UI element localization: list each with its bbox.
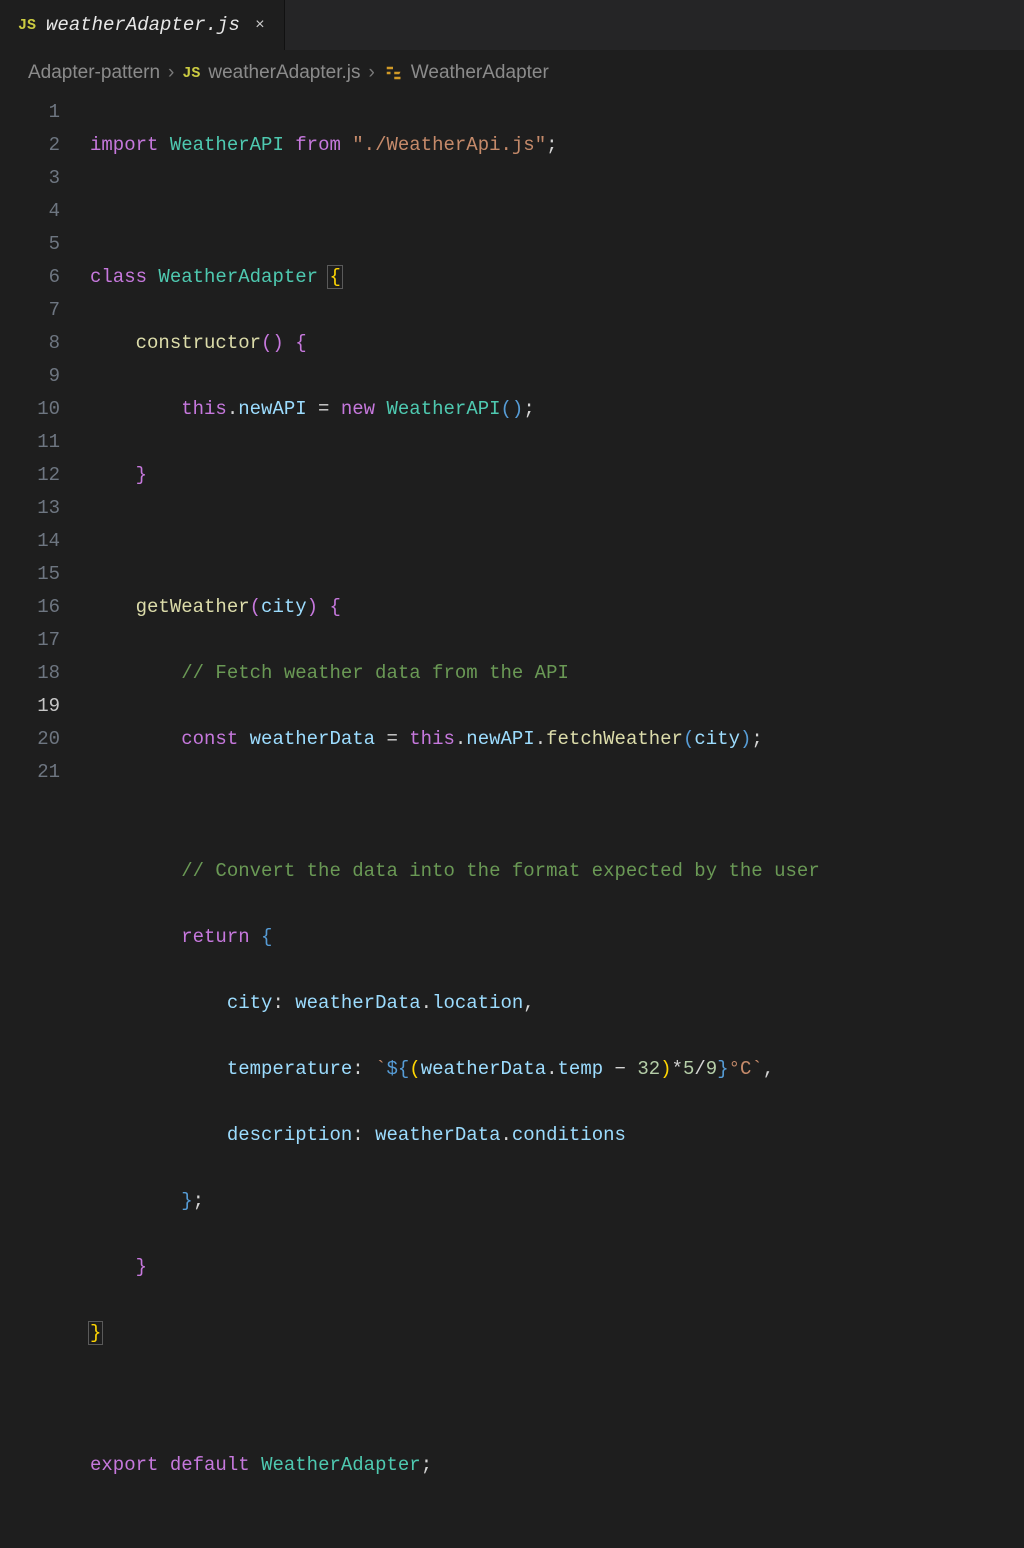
line-number: 21 [0, 756, 60, 789]
line-number: 19 [0, 690, 60, 723]
javascript-file-icon: JS [18, 17, 36, 34]
line-number: 7 [0, 294, 60, 327]
code-line[interactable]: return { [90, 921, 820, 954]
code-line[interactable]: } [90, 1317, 820, 1350]
chevron-right-icon: › [368, 62, 374, 84]
code-line[interactable]: city: weatherData.location, [90, 987, 820, 1020]
tab-weatheradapter[interactable]: JS weatherAdapter.js × [0, 0, 285, 50]
line-number: 10 [0, 393, 60, 426]
chevron-right-icon: › [168, 62, 174, 84]
code-line[interactable] [90, 1383, 820, 1416]
code-line[interactable]: import WeatherAPI from "./WeatherApi.js"… [90, 129, 820, 162]
line-number: 20 [0, 723, 60, 756]
line-number: 2 [0, 129, 60, 162]
code-editor[interactable]: 123456789101112131415161718192021 import… [0, 94, 1024, 1548]
tab-bar: JS weatherAdapter.js × [0, 0, 1024, 50]
code-line[interactable]: export default WeatherAdapter; [90, 1449, 820, 1482]
line-number: 6 [0, 261, 60, 294]
code-line[interactable]: // Convert the data into the format expe… [90, 855, 820, 888]
code-line[interactable]: }; [90, 1185, 820, 1218]
line-number: 1 [0, 96, 60, 129]
code-line[interactable]: getWeather(city) { [90, 591, 820, 624]
code-line[interactable]: description: weatherData.conditions [90, 1119, 820, 1152]
line-number: 4 [0, 195, 60, 228]
code-line[interactable]: constructor() { [90, 327, 820, 360]
line-number: 5 [0, 228, 60, 261]
breadcrumb-folder[interactable]: Adapter-pattern [28, 62, 160, 84]
code-line[interactable] [90, 525, 820, 558]
code-line[interactable]: // Fetch weather data from the API [90, 657, 820, 690]
line-number: 9 [0, 360, 60, 393]
code-line[interactable]: temperature: `${(weatherData.temp − 32)*… [90, 1053, 820, 1086]
line-number: 3 [0, 162, 60, 195]
code-line[interactable]: this.newAPI = new WeatherAPI(); [90, 393, 820, 426]
line-number: 15 [0, 558, 60, 591]
code-line[interactable] [90, 195, 820, 228]
line-number: 8 [0, 327, 60, 360]
line-number: 17 [0, 624, 60, 657]
code-line[interactable]: class WeatherAdapter { [90, 261, 820, 294]
breadcrumb-symbol[interactable]: WeatherAdapter [411, 62, 549, 84]
code-line[interactable]: const weatherData = this.newAPI.fetchWea… [90, 723, 820, 756]
line-number: 12 [0, 459, 60, 492]
line-number: 11 [0, 426, 60, 459]
breadcrumb-file[interactable]: weatherAdapter.js [208, 62, 360, 84]
tab-title: weatherAdapter.js [46, 14, 240, 36]
line-number: 18 [0, 657, 60, 690]
class-symbol-icon [383, 63, 403, 83]
close-icon[interactable]: × [250, 15, 270, 35]
javascript-file-icon: JS [182, 65, 200, 82]
code-line[interactable]: } [90, 1251, 820, 1284]
line-number: 16 [0, 591, 60, 624]
code-line[interactable]: } [90, 459, 820, 492]
breadcrumb: Adapter-pattern › JS weatherAdapter.js ›… [0, 50, 1024, 94]
line-number-gutter: 123456789101112131415161718192021 [0, 96, 90, 789]
code-line[interactable] [90, 789, 820, 822]
code-area[interactable]: import WeatherAPI from "./WeatherApi.js"… [90, 96, 820, 1548]
line-number: 13 [0, 492, 60, 525]
line-number: 14 [0, 525, 60, 558]
